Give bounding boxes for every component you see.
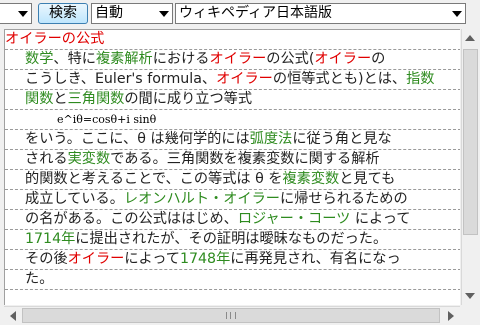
article-link[interactable]: 三角関数 bbox=[68, 91, 125, 107]
article-line: をいう。ここに、θ は幾何学的には弧度法に従う角と見な bbox=[5, 130, 460, 150]
article-text: によって bbox=[124, 251, 180, 267]
horizontal-scrollbar[interactable] bbox=[4, 306, 460, 324]
article-line: こうしき、Euler's formula、オイラーの恒等式とも)とは、指数 bbox=[5, 70, 460, 90]
article-line: e^iθ=cosθ+i sinθ bbox=[5, 110, 460, 130]
chevron-down-icon[interactable] bbox=[159, 11, 169, 17]
article-text: をいう。ここに、θ は幾何学的には bbox=[25, 131, 250, 147]
article-text: の間に成り立つ等式 bbox=[124, 91, 253, 107]
article-text: こうしき、Euler's formula、 bbox=[25, 71, 217, 87]
query-combobox[interactable] bbox=[0, 3, 32, 24]
article-line: 的関数と考えることで、この等式は θ を複素変数と見ても bbox=[5, 170, 460, 190]
article-text: 、特に bbox=[53, 51, 96, 67]
article-text: 的関数と考えることで、この等式は θ を bbox=[25, 171, 283, 187]
article-link[interactable]: オイラー bbox=[210, 51, 267, 67]
article-line: その後オイラーによって1748年に再発見され、有名になっ bbox=[5, 250, 460, 270]
dictionary-select[interactable]: ウィキペディア日本語版 bbox=[175, 3, 466, 24]
article-text: の bbox=[371, 51, 386, 67]
article-text: される bbox=[25, 151, 68, 167]
article-title: オイラーの公式 bbox=[5, 31, 105, 47]
dictionary-value: ウィキペディア日本語版 bbox=[179, 5, 333, 21]
article-text: に再発見され、有名になっ bbox=[230, 251, 401, 267]
article-line: 成立している。レオンハルト・オイラーに帰せられるための bbox=[5, 190, 460, 210]
article-line: の名がある。この公式ははじめ、ロジャー・コーツ によって bbox=[5, 210, 460, 230]
article-link[interactable]: オイラー bbox=[68, 251, 125, 267]
vertical-scrollbar[interactable] bbox=[461, 29, 479, 305]
article-text: に提出されたが、その証明は曖昧なものだった。 bbox=[75, 231, 388, 247]
article-link[interactable]: オイラー bbox=[216, 71, 273, 87]
article-text: の公式( bbox=[266, 51, 315, 67]
article-text: の名がある。この公式ははじめ、 bbox=[25, 211, 238, 227]
article-text: に帰せられるための bbox=[279, 191, 408, 207]
scroll-right-icon[interactable] bbox=[448, 311, 454, 321]
article-link[interactable]: 1714年 bbox=[25, 231, 75, 247]
article-text: である。三角関数を複素変数に関する解析 bbox=[110, 151, 380, 167]
article-link[interactable]: 関数 bbox=[25, 91, 53, 107]
article-link[interactable]: レオンハルト・オイラー bbox=[124, 191, 280, 207]
chevron-down-icon[interactable] bbox=[452, 11, 462, 17]
article-line: た。 bbox=[5, 270, 460, 290]
article-text: における bbox=[152, 51, 210, 67]
article-text: 成立している。 bbox=[25, 191, 124, 207]
article-text: その後 bbox=[25, 251, 68, 267]
article-link[interactable]: 弧度法 bbox=[250, 131, 293, 147]
article-text: によって bbox=[350, 211, 411, 227]
article-text: と見ても bbox=[339, 171, 396, 187]
article-text: の恒等式とも)とは、 bbox=[272, 71, 407, 87]
article-link[interactable]: 複素解析 bbox=[96, 51, 153, 67]
toolbar: 検索 自動 ウィキペディア日本語版 bbox=[0, 0, 480, 28]
scrollbar-corner bbox=[461, 306, 480, 325]
horizontal-scroll-thumb[interactable] bbox=[22, 308, 440, 323]
vertical-scroll-thumb[interactable] bbox=[463, 49, 478, 235]
grip-icon bbox=[226, 312, 236, 319]
article-view[interactable]: オイラーの公式 数学、特に複素解析におけるオイラーの公式(オイラーの こうしき、E… bbox=[4, 29, 460, 305]
scroll-down-icon[interactable] bbox=[465, 293, 475, 299]
search-button[interactable]: 検索 bbox=[38, 3, 88, 24]
article-link[interactable]: ロジャー・コーツ bbox=[238, 211, 351, 227]
article-line: 関数と三角関数の間に成り立つ等式 bbox=[5, 90, 460, 110]
article-title-line: オイラーの公式 bbox=[5, 30, 460, 50]
article-link[interactable]: 数学 bbox=[25, 51, 53, 67]
mode-value: 自動 bbox=[95, 5, 123, 21]
formula-image: e^iθ=cosθ+i sinθ bbox=[57, 113, 157, 126]
article-line: 1714年に提出されたが、その証明は曖昧なものだった。 bbox=[5, 230, 460, 250]
article-line: 数学、特に複素解析におけるオイラーの公式(オイラーの bbox=[5, 50, 460, 70]
article-text: と bbox=[53, 91, 68, 107]
article-link[interactable]: 複素変数 bbox=[282, 171, 339, 187]
article-text: た。 bbox=[25, 271, 54, 287]
article-link[interactable]: 実変数 bbox=[68, 151, 111, 167]
article-line: される実変数である。三角関数を複素変数に関する解析 bbox=[5, 150, 460, 170]
scroll-left-icon[interactable] bbox=[10, 311, 16, 321]
chevron-down-icon[interactable] bbox=[18, 11, 28, 17]
article-link[interactable]: オイラー bbox=[314, 51, 371, 67]
scroll-up-icon[interactable] bbox=[465, 35, 475, 41]
mode-select[interactable]: 自動 bbox=[91, 3, 173, 24]
article-text: に従う角と見な bbox=[292, 131, 392, 147]
article-link[interactable]: 1748年 bbox=[180, 251, 230, 267]
article-link[interactable]: 指数 bbox=[406, 71, 434, 87]
